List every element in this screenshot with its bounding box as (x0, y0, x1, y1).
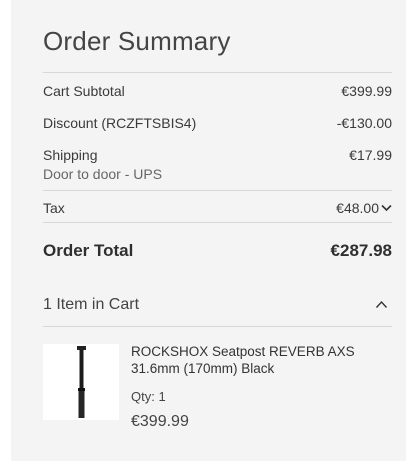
order-total-value: €287.98 (330, 241, 392, 260)
seatpost-image (77, 346, 86, 418)
tax-toggle[interactable]: €48.00 (336, 200, 392, 216)
divider (43, 222, 392, 223)
shipping-value: €17.99 (349, 147, 392, 163)
order-total-label: Order Total (43, 241, 134, 260)
divider (43, 72, 392, 73)
divider (43, 190, 392, 191)
cart-items-label: 1 Item in Cart (43, 296, 140, 313)
tax-label: Tax (43, 200, 65, 216)
shipping-label: Shipping (43, 147, 98, 163)
product-name[interactable]: ROCKSHOX Seatpost REVERB AXS 31.6mm (170… (131, 343, 371, 377)
subtotal-value: €399.99 (341, 83, 392, 99)
divider (43, 326, 392, 327)
chevron-down-icon[interactable] (381, 203, 392, 215)
product-thumbnail[interactable] (43, 344, 119, 420)
product-price: €399.99 (131, 413, 189, 430)
order-summary-title: Order Summary (43, 26, 231, 56)
product-qty: Qty: 1 (131, 389, 166, 404)
shipping-method: Door to door - UPS (43, 166, 163, 182)
chevron-up-icon[interactable] (375, 296, 388, 312)
order-summary-panel: Order Summary Cart Subtotal €399.99 Disc… (11, 0, 406, 461)
discount-label: Discount (RCZFTSBIS4) (43, 115, 197, 131)
discount-value: -€130.00 (336, 115, 392, 131)
subtotal-label: Cart Subtotal (43, 83, 125, 99)
tax-value: €48.00 (336, 200, 379, 216)
